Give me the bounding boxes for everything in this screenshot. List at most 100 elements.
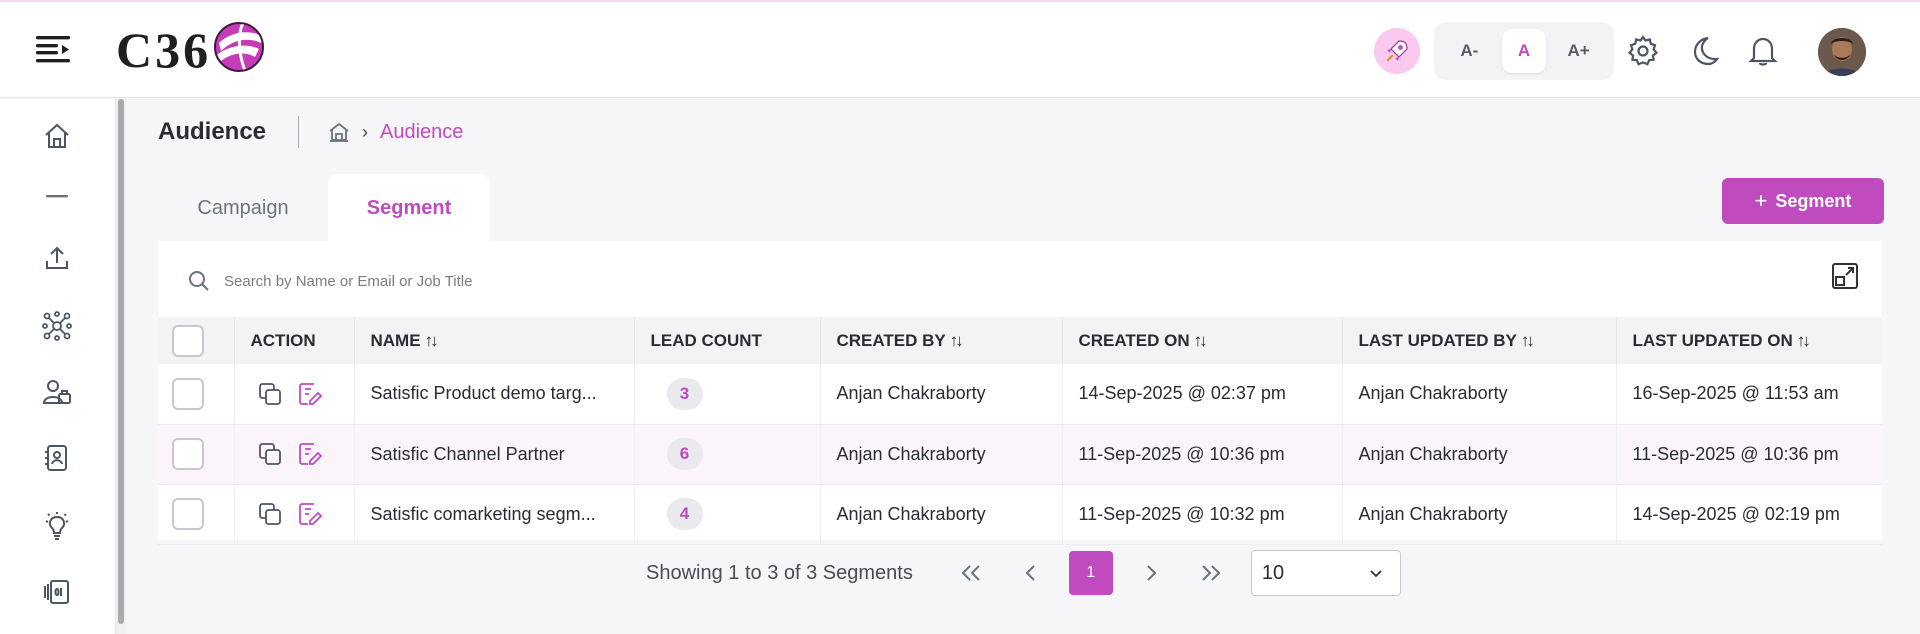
sort-icon[interactable]: ↑↓ xyxy=(1194,331,1208,350)
font-decrease-button[interactable]: A- xyxy=(1447,29,1491,73)
double-chevron-left-icon xyxy=(961,565,980,581)
app-logo[interactable]: C36 xyxy=(116,18,265,82)
chevron-left-icon xyxy=(1025,565,1035,581)
sidebar xyxy=(0,99,116,634)
row-name[interactable]: Satisfic Product demo targ... xyxy=(354,364,635,424)
row-created-by: Anjan Chakraborty xyxy=(820,484,1063,544)
lightbulb-icon xyxy=(45,512,69,540)
row-updated-on: 11-Sep-2025 @ 10:36 pm xyxy=(1632,443,1839,464)
contact-card-icon xyxy=(45,445,67,471)
breadcrumb-current[interactable]: Audience xyxy=(380,121,463,144)
table-row[interactable]: Satisfic Product demo targ... 3 Anjan Ch… xyxy=(158,364,1882,424)
avatar-image xyxy=(1818,28,1866,76)
row-checkbox[interactable] xyxy=(172,438,204,470)
app-header: C36 A- A A+ xyxy=(0,2,1920,98)
breadcrumb-home-icon[interactable] xyxy=(328,121,350,143)
menu-icon[interactable] xyxy=(36,34,70,64)
col-lead-count: LEAD COUNT xyxy=(634,317,821,364)
col-last-updated-on[interactable]: LAST UPDATED ON ↑↓ xyxy=(1616,317,1882,364)
user-avatar[interactable] xyxy=(1818,28,1866,76)
sidebar-item-contacts[interactable] xyxy=(40,441,74,475)
home-icon xyxy=(45,123,69,148)
page-size-value: 10 xyxy=(1261,561,1285,584)
sort-icon[interactable]: ↑↓ xyxy=(1521,331,1535,350)
breadcrumb: › Audience xyxy=(328,118,463,146)
user-group-icon xyxy=(42,380,71,404)
pagination: Showing 1 to 3 of 3 Segments 1 10 xyxy=(646,550,1401,596)
lead-count-badge[interactable]: 6 xyxy=(666,438,703,470)
rocket-icon xyxy=(1386,40,1408,62)
copy-icon[interactable] xyxy=(257,501,283,527)
row-updated-on: 14-Sep-2025 @ 02:19 pm xyxy=(1632,503,1840,524)
font-normal-button[interactable]: A xyxy=(1501,29,1546,73)
edit-icon[interactable] xyxy=(297,501,323,527)
lead-count-badge[interactable]: 3 xyxy=(666,377,703,410)
table-row[interactable]: Satisfic comarketing segm... 4 Anjan Cha… xyxy=(158,484,1882,544)
logo-orb-icon xyxy=(214,22,265,72)
font-size-toggle: A- A A+ xyxy=(1434,22,1614,80)
prev-page-button[interactable] xyxy=(1009,551,1053,595)
table-row[interactable]: Satisfic Channel Partner 6 Anjan Chakrab… xyxy=(158,424,1882,484)
search-bar xyxy=(188,261,1688,301)
next-page-button[interactable] xyxy=(1129,551,1173,595)
rocket-button[interactable] xyxy=(1374,28,1420,74)
last-page-button[interactable] xyxy=(1189,551,1233,595)
sidebar-item-dash[interactable] xyxy=(40,179,74,213)
gear-icon[interactable] xyxy=(1626,34,1660,68)
sidebar-item-home[interactable] xyxy=(40,119,74,153)
row-updated-by: Anjan Chakraborty xyxy=(1342,364,1617,424)
tab-campaign[interactable]: Campaign xyxy=(158,174,328,242)
page-number-button[interactable]: 1 xyxy=(1068,551,1113,595)
sidebar-item-network[interactable] xyxy=(40,309,74,343)
row-checkbox[interactable] xyxy=(172,498,204,530)
first-page-button[interactable] xyxy=(949,551,993,595)
row-name[interactable]: Satisfic Channel Partner xyxy=(354,424,635,484)
expand-icon[interactable] xyxy=(1830,261,1860,291)
row-created-on: 14-Sep-2025 @ 02:37 pm xyxy=(1062,364,1343,424)
sidebar-item-cards[interactable] xyxy=(40,575,74,609)
pagination-summary: Showing 1 to 3 of 3 Segments xyxy=(646,561,913,584)
col-name[interactable]: NAME ↑↓ xyxy=(354,317,635,364)
search-icon xyxy=(189,271,209,291)
row-checkbox[interactable] xyxy=(172,377,204,410)
card-stack-icon xyxy=(44,580,69,604)
segment-panel: ACTION NAME↑↓ LEAD COUNT CREATED BY↑↓ CR… xyxy=(158,241,1882,544)
row-name[interactable]: Satisfic comarketing segm... xyxy=(354,484,635,544)
table-header-row: ACTION NAME ↑↓ LEAD COUNT CREATED BY ↑↓ CR… xyxy=(158,317,1882,364)
edit-icon[interactable] xyxy=(297,381,323,407)
copy-icon[interactable] xyxy=(257,441,283,467)
page-title: Audience xyxy=(158,118,267,145)
row-created-on: 11-Sep-2025 @ 10:32 pm xyxy=(1062,484,1343,544)
col-last-updated-by[interactable]: LAST UPDATED BY ↑↓ xyxy=(1342,317,1617,364)
copy-icon[interactable] xyxy=(257,381,283,407)
title-divider xyxy=(298,116,299,148)
sidebar-item-ideas[interactable] xyxy=(40,509,74,543)
sort-icon[interactable]: ↑↓ xyxy=(950,331,964,350)
segment-table: ACTION NAME ↑↓ LEAD COUNT CREATED BY ↑↓ CR… xyxy=(158,317,1882,545)
row-updated-by: Anjan Chakraborty xyxy=(1342,424,1617,484)
sidebar-item-upload[interactable] xyxy=(40,241,74,275)
edit-icon[interactable] xyxy=(297,441,323,467)
page-size-select[interactable]: 10 xyxy=(1250,550,1401,596)
col-created-on[interactable]: CREATED ON ↑↓ xyxy=(1062,317,1343,364)
tab-segment[interactable]: Segment xyxy=(328,174,490,242)
sort-icon[interactable]: ↑↓ xyxy=(425,331,439,350)
select-all-checkbox[interactable] xyxy=(172,324,204,357)
sort-icon[interactable]: ↑↓ xyxy=(1797,331,1811,350)
row-created-on: 11-Sep-2025 @ 10:36 pm xyxy=(1062,424,1343,484)
lead-count-badge[interactable]: 4 xyxy=(666,498,703,530)
search-input[interactable] xyxy=(224,272,1124,290)
breadcrumb-separator: › xyxy=(362,121,368,142)
sidebar-scrollbar[interactable] xyxy=(116,99,126,634)
add-segment-button[interactable]: + Segment xyxy=(1722,178,1884,224)
chevron-right-icon xyxy=(1147,565,1157,581)
bell-icon[interactable] xyxy=(1746,34,1780,68)
moon-icon[interactable] xyxy=(1686,34,1720,68)
row-created-by: Anjan Chakraborty xyxy=(820,364,1063,424)
dash-icon xyxy=(46,195,68,198)
tab-bar: Campaign Segment xyxy=(158,174,490,242)
sidebar-item-users[interactable] xyxy=(40,375,74,409)
col-created-by[interactable]: CREATED BY ↑↓ xyxy=(820,317,1063,364)
logo-text: C36 xyxy=(116,22,212,78)
font-increase-button[interactable]: A+ xyxy=(1557,29,1601,73)
